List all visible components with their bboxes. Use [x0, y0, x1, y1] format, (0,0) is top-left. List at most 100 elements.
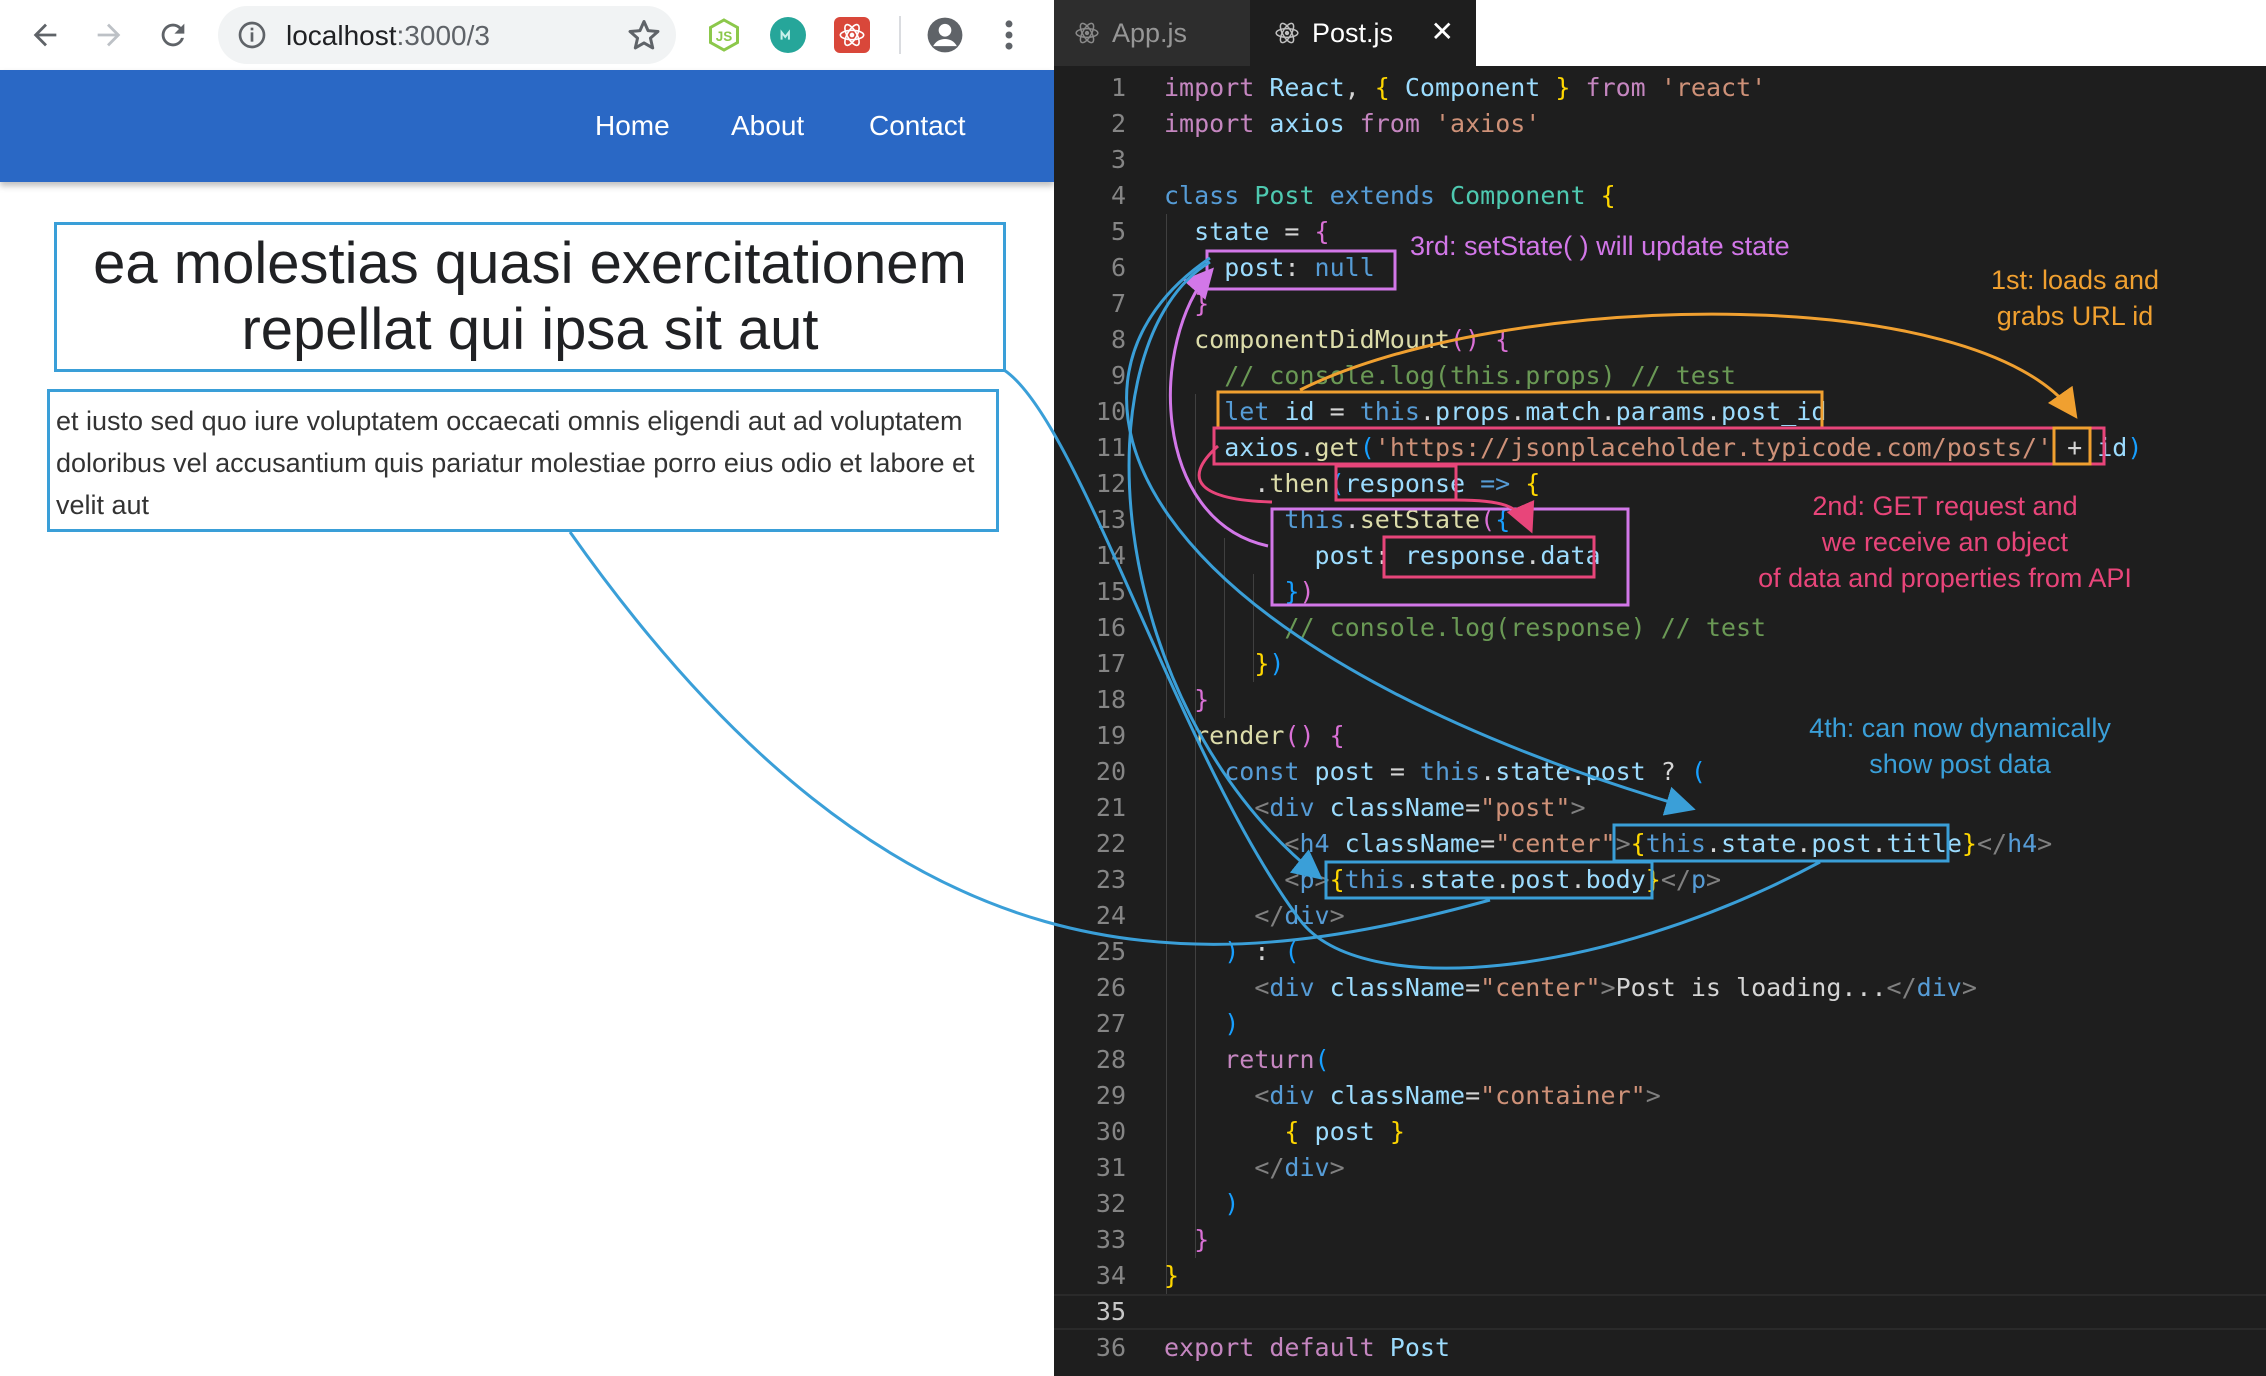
- close-icon[interactable]: ✕: [1431, 18, 1454, 46]
- line-number: 22: [1095, 829, 1126, 858]
- react-devtools-icon[interactable]: [834, 17, 870, 53]
- reload-button[interactable]: [148, 10, 198, 60]
- line-number: 15: [1095, 577, 1126, 606]
- code-line: 33 }: [1054, 1222, 2266, 1258]
- tab-post-js[interactable]: Post.js ✕: [1250, 0, 1476, 66]
- code-line: 16 // console.log(response) // test: [1054, 610, 2266, 646]
- nav-link-home[interactable]: Home: [595, 110, 670, 142]
- code-line: 9 // console.log(this.props) // test: [1054, 358, 2266, 394]
- tab-app-js[interactable]: App.js: [1054, 0, 1250, 66]
- code-line: 10 let id = this.props.match.params.post…: [1054, 394, 2266, 430]
- line-number: 6: [1110, 253, 1126, 282]
- address-bar[interactable]: localhost:3000/3: [218, 6, 676, 64]
- code-line: 30 { post }: [1054, 1114, 2266, 1150]
- post-title: ea molestias quasi exercitationem repell…: [93, 231, 967, 362]
- code-line: 29 <div className="container">: [1054, 1078, 2266, 1114]
- line-number: 13: [1095, 505, 1126, 534]
- react-file-icon: [1075, 22, 1099, 44]
- post-title-container: ea molestias quasi exercitationem repell…: [54, 222, 1006, 372]
- code-line: 4 class Post extends Component {: [1054, 178, 2266, 214]
- line-number: 24: [1095, 901, 1126, 930]
- annotation-second: 2nd: GET request and we receive an objec…: [1758, 491, 2132, 593]
- line-number: 32: [1095, 1189, 1126, 1218]
- nav-link-contact[interactable]: Contact: [869, 110, 966, 142]
- line-number: 25: [1095, 937, 1126, 966]
- reload-icon: [161, 23, 185, 47]
- line-number: 2: [1110, 109, 1126, 138]
- code-line: 17 }): [1054, 646, 2266, 682]
- line-number: 11: [1095, 433, 1126, 462]
- post-body: et iusto sed quo iure voluptatem occaeca…: [56, 406, 975, 520]
- tab-label: Post.js: [1312, 17, 1394, 48]
- url-text: localhost:3000/3: [286, 20, 490, 52]
- code-line: 1 import React, { Component } from 'react…: [1054, 70, 2266, 106]
- line-number: 9: [1110, 361, 1126, 390]
- toolbar-divider: [899, 16, 901, 54]
- info-icon: [238, 21, 266, 49]
- m-extension-icon[interactable]: [770, 17, 806, 53]
- browser-toolbar: localhost:3000/3 JS: [0, 0, 1054, 70]
- line-number: 1: [1110, 73, 1126, 102]
- code-line: 3: [1054, 142, 2266, 178]
- code-line: 34}: [1054, 1258, 2266, 1294]
- react-file-icon: [1275, 22, 1299, 44]
- editor-tab-bar: App.js Post.js ✕: [1054, 0, 2266, 66]
- line-number: 7: [1110, 289, 1126, 318]
- annotation-third: 3rd: setState( ) will update state: [1410, 231, 1790, 261]
- nav-link-about[interactable]: About: [731, 110, 804, 142]
- star-icon[interactable]: [626, 17, 662, 53]
- code-line: 2 import axios from 'axios': [1054, 106, 2266, 142]
- code-line: 27 ): [1054, 1006, 2266, 1042]
- line-number: 36: [1095, 1333, 1126, 1362]
- line-number: 29: [1095, 1081, 1126, 1110]
- line-number: 10: [1095, 397, 1126, 426]
- line-number: 20: [1095, 757, 1126, 786]
- code-editor: App.js Post.js ✕ 1 import React, { Compon…: [1054, 0, 2266, 1376]
- line-number: 28: [1095, 1045, 1126, 1074]
- line-number: 19: [1095, 721, 1126, 750]
- code-line: 11 axios.get('https://jsonplaceholder.ty…: [1054, 430, 2266, 466]
- svg-text:JS: JS: [716, 29, 733, 44]
- code-line: 24 </div>: [1054, 898, 2266, 934]
- browser-window: localhost:3000/3 JS Home About Contact e…: [0, 0, 1054, 1376]
- line-number: 4: [1110, 181, 1126, 210]
- code-line-active: 35: [1054, 1294, 2266, 1330]
- line-number: 17: [1095, 649, 1126, 678]
- code-line: 31 </div>: [1054, 1150, 2266, 1186]
- annotation-fourth: 4th: can now dynamically show post data: [1809, 713, 2111, 779]
- arrow-right-icon: [97, 23, 121, 47]
- line-number: 8: [1110, 325, 1126, 354]
- code-line: 36 export default Post: [1054, 1330, 2266, 1366]
- line-number: 3: [1110, 145, 1126, 174]
- site-navbar: Home About Contact: [0, 70, 1054, 182]
- annotation-first: 1st: loads and grabs URL id: [1990, 265, 2160, 331]
- code-line: 23 <p>{this.state.post.body}</p>: [1054, 862, 2266, 898]
- code-line: 22 <h4 className="center">{this.state.po…: [1054, 826, 2266, 862]
- kebab-menu-icon[interactable]: [994, 16, 1024, 54]
- line-number: 26: [1095, 973, 1126, 1002]
- code-line: 25 ) : (: [1054, 934, 2266, 970]
- line-number: 31: [1095, 1153, 1126, 1182]
- tab-label: App.js: [1112, 17, 1188, 48]
- tab-strip-empty: [1476, 0, 2266, 66]
- code-line: 32 ): [1054, 1186, 2266, 1222]
- line-number: 33: [1095, 1225, 1126, 1254]
- line-number: 12: [1095, 469, 1126, 498]
- code-line: 21 <div className="post">: [1054, 790, 2266, 826]
- arrow-left-icon: [33, 23, 57, 47]
- line-number: 35: [1095, 1297, 1126, 1326]
- line-number: 18: [1095, 685, 1126, 714]
- line-number: 30: [1095, 1117, 1126, 1146]
- line-number: 27: [1095, 1009, 1126, 1038]
- forward-button[interactable]: [84, 10, 134, 60]
- line-number: 16: [1095, 613, 1126, 642]
- url-path: :3000/3: [396, 20, 490, 51]
- profile-icon[interactable]: [926, 16, 964, 54]
- post-body-container: et iusto sed quo iure voluptatem occaeca…: [47, 389, 999, 532]
- back-button[interactable]: [20, 10, 70, 60]
- code-line: 26 <div className="center">Post is loadi…: [1054, 970, 2266, 1006]
- nodejs-extension-icon[interactable]: JS: [706, 17, 742, 53]
- line-number: 5: [1110, 217, 1126, 246]
- line-number: 21: [1095, 793, 1126, 822]
- url-host: localhost: [286, 20, 397, 51]
